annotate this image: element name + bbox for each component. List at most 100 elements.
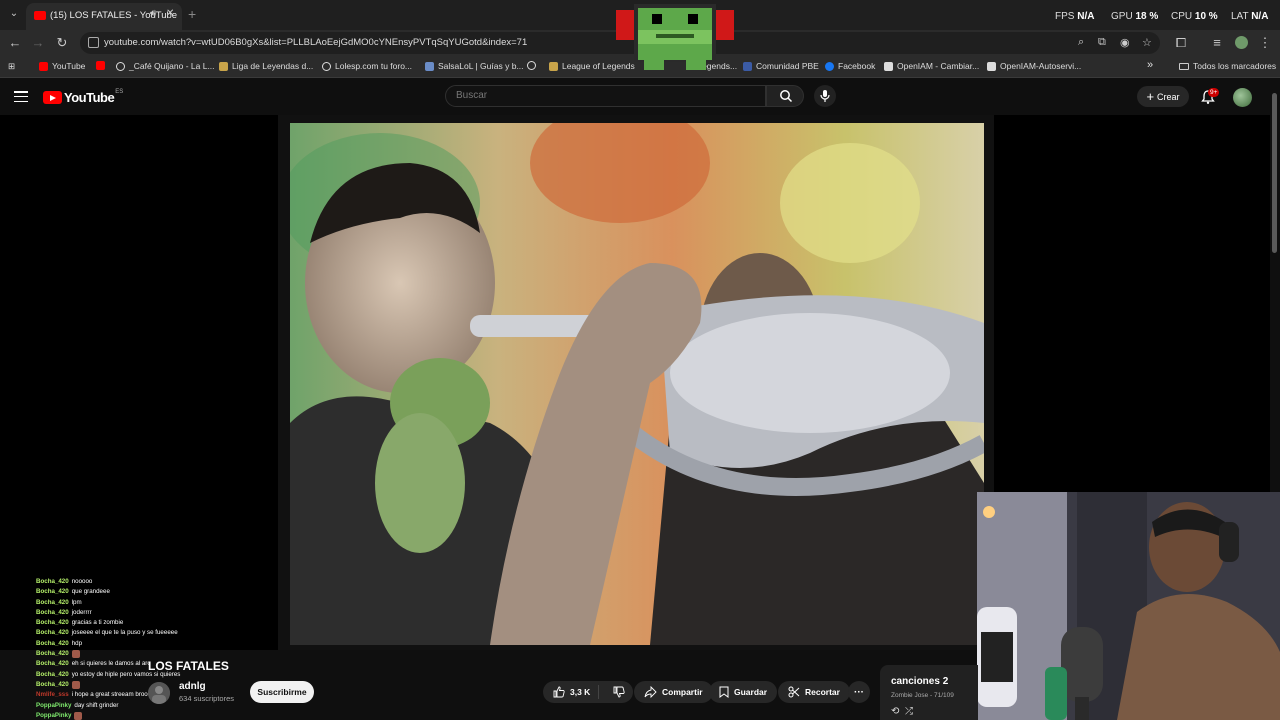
bookmark-item[interactable]: Comunidad PBE bbox=[743, 61, 819, 71]
active-tab[interactable]: (15) LOS FATALES - YouTube 🔊︎ ✕ bbox=[26, 3, 182, 30]
chat-username: Bocha_420 bbox=[36, 680, 69, 688]
save-label: Guardar bbox=[734, 687, 768, 697]
fps-value: N/A bbox=[1077, 11, 1095, 22]
bookmark-item[interactable]: OpenIAM-Autoservi... bbox=[987, 61, 1081, 71]
more-actions-button[interactable]: ··· bbox=[848, 681, 870, 703]
bookmark-item[interactable]: _Café Quijano - La L... bbox=[116, 61, 215, 71]
bookmark-item[interactable]: Facebook bbox=[825, 61, 875, 71]
globe-icon bbox=[322, 61, 331, 71]
bookmark-label: Liga de Leyendas d... bbox=[232, 61, 314, 71]
lat-readout: LAT N/A bbox=[1231, 11, 1268, 22]
speaker-icon[interactable]: 🔊︎ bbox=[150, 8, 156, 19]
forward-arrow-icon[interactable]: → bbox=[29, 34, 47, 52]
reload-icon[interactable]: ↻ bbox=[53, 34, 71, 52]
thumbs-down-icon bbox=[613, 686, 625, 698]
chat-text: gracias a ti zombie bbox=[71, 619, 124, 627]
tab-search-chevron-icon[interactable]: ⌄ bbox=[6, 6, 22, 22]
share-arrow-icon bbox=[644, 686, 657, 698]
bookmark-item[interactable]: OpenIAM - Cambiar... bbox=[884, 61, 979, 71]
cpu-readout: CPU 10 % bbox=[1171, 11, 1218, 22]
playlist-panel[interactable]: canciones 2 Zombie Jose - 71/109 ⟲ ⤮ bbox=[880, 665, 978, 720]
bookmark-item[interactable]: YouTube bbox=[39, 61, 85, 71]
like-button[interactable]: 3,3 K bbox=[543, 685, 600, 699]
voice-search-button[interactable] bbox=[814, 85, 836, 107]
search-button[interactable] bbox=[766, 85, 804, 107]
channel-avatar-image bbox=[148, 682, 170, 704]
plus-icon: + bbox=[1146, 89, 1155, 104]
bookmarks-overflow-button[interactable]: » bbox=[1147, 59, 1153, 71]
save-button[interactable]: Guardar bbox=[709, 681, 778, 703]
bookmark-label: OpenIAM-Autoservi... bbox=[1000, 61, 1082, 71]
chat-message: Bocha_420 que grandeee bbox=[36, 587, 236, 597]
youtube-logo[interactable]: YouTube ES bbox=[43, 88, 124, 105]
facebook-icon bbox=[825, 61, 834, 71]
chat-username: Bocha_420 bbox=[36, 619, 69, 627]
channel-name[interactable]: adnlg bbox=[179, 681, 206, 692]
chat-username: Bocha_420 bbox=[36, 588, 69, 596]
loop-icon[interactable]: ⟲ bbox=[891, 706, 899, 717]
bookmark-item[interactable]: Liga de Leyendas d... bbox=[219, 61, 313, 71]
subscriber-count: 634 suscriptores bbox=[179, 694, 235, 703]
like-count: 3,3 K bbox=[570, 687, 591, 697]
url-text[interactable]: youtube.com/watch?v=wtUD06B0gXs&list=PLL… bbox=[104, 37, 527, 48]
reading-list-icon[interactable]: ≡ bbox=[1208, 34, 1226, 52]
chat-username: Bocha_420 bbox=[36, 578, 69, 585]
hide-eye-icon[interactable]: ◉ bbox=[1120, 36, 1130, 49]
bookmark-item[interactable]: Lolesp.com tu foro... bbox=[322, 61, 412, 71]
country-code: ES bbox=[115, 88, 124, 95]
back-arrow-icon[interactable]: ← bbox=[6, 34, 24, 52]
apps-grid-icon[interactable]: ⊞ bbox=[8, 61, 15, 72]
extensions-icon[interactable]: ⧠ bbox=[1172, 34, 1190, 52]
bookmark-label: Comunidad PBE bbox=[756, 61, 819, 71]
notification-badge: 9+ bbox=[1208, 88, 1220, 97]
search-input[interactable] bbox=[456, 90, 756, 101]
chat-message: Bocha_420 gracias a ti zombie bbox=[36, 618, 236, 628]
clip-button[interactable]: Recortar bbox=[778, 681, 850, 703]
bookmark-label: Facebook bbox=[838, 61, 876, 71]
chat-username: Bocha_420 bbox=[36, 670, 69, 678]
hamburger-menu-icon[interactable] bbox=[14, 91, 28, 103]
chat-text: joseeee el que te la puso y se fueeeee bbox=[71, 629, 178, 637]
share-label: Compartir bbox=[662, 687, 703, 697]
bookmark-item[interactable] bbox=[527, 61, 536, 70]
chat-message: Bocha_420 bbox=[36, 649, 236, 659]
gpu-label: GPU bbox=[1111, 11, 1133, 22]
scrollbar-thumb[interactable] bbox=[1272, 93, 1277, 253]
bookmark-item[interactable]: SalsaLoL | Guías y b... bbox=[425, 61, 524, 71]
bookmark-item[interactable] bbox=[96, 61, 105, 70]
chat-username: Bocha_420 bbox=[36, 639, 69, 647]
search-box[interactable] bbox=[445, 85, 766, 107]
salsalol-icon bbox=[425, 61, 434, 71]
fps-label: FPS bbox=[1055, 11, 1075, 22]
playlist-title[interactable]: canciones 2 bbox=[891, 676, 948, 687]
bookmark-star-icon[interactable]: ☆ bbox=[1142, 36, 1152, 49]
close-tab-button[interactable]: ✕ bbox=[166, 8, 174, 19]
youtube-bookmark-icon bbox=[96, 61, 105, 70]
share-button[interactable]: Compartir bbox=[634, 681, 713, 703]
youtube-bookmark-icon bbox=[39, 61, 48, 71]
chat-username: Bocha_420 bbox=[36, 660, 69, 668]
new-tab-button[interactable]: + bbox=[188, 6, 196, 22]
zoom-icon[interactable]: ⌕ bbox=[1078, 36, 1084, 49]
browser-menu-icon[interactable]: ⋮ bbox=[1256, 34, 1274, 52]
shuffle-icon[interactable]: ⤮ bbox=[905, 706, 913, 717]
create-button[interactable]: + Crear bbox=[1137, 86, 1189, 107]
chat-username: PoppaPinky bbox=[36, 701, 72, 709]
openiam-icon bbox=[987, 61, 996, 71]
channel-avatar[interactable] bbox=[148, 682, 170, 704]
dislike-button[interactable] bbox=[604, 686, 625, 698]
youtube-favicon-icon bbox=[34, 11, 46, 20]
fps-readout: FPS N/A bbox=[1055, 11, 1094, 22]
site-info-icon[interactable] bbox=[88, 37, 99, 48]
chat-emote-icon bbox=[71, 650, 80, 659]
account-avatar[interactable] bbox=[1233, 88, 1252, 107]
all-bookmarks-button[interactable]: Todos los marcadores bbox=[1179, 61, 1276, 71]
chat-username: Bocha_420 bbox=[36, 650, 69, 658]
profile-avatar-icon[interactable] bbox=[1232, 34, 1250, 52]
chat-username: Bocha_420 bbox=[36, 608, 69, 616]
install-app-icon[interactable]: ⧉ bbox=[1098, 36, 1106, 49]
chat-text: day shift grinder bbox=[74, 701, 119, 709]
video-frame[interactable] bbox=[278, 115, 994, 650]
pbe-icon bbox=[743, 61, 752, 71]
subscribe-button[interactable]: Suscribirme bbox=[250, 681, 314, 703]
